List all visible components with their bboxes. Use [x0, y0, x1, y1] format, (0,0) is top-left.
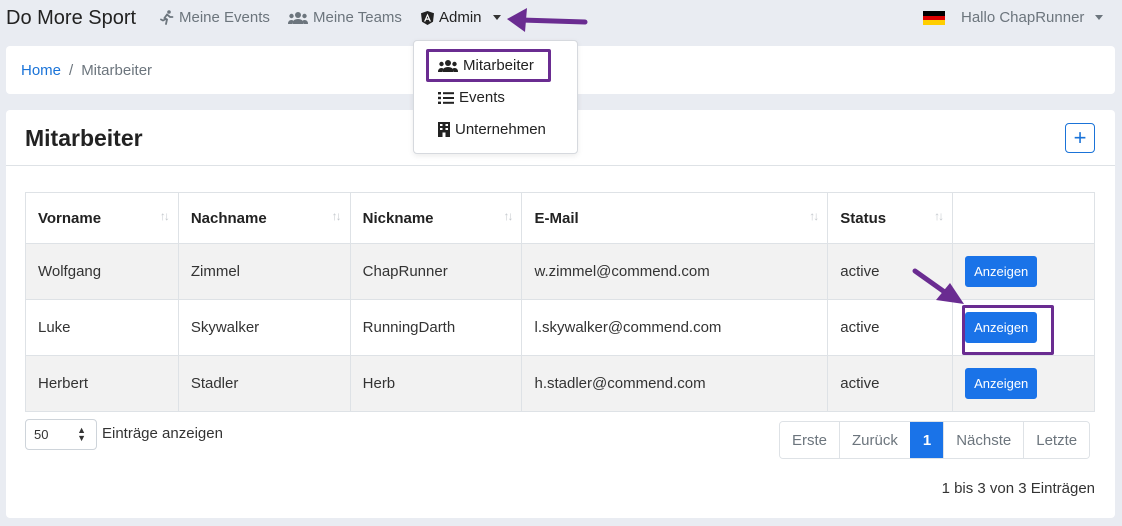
sort-icon: ↑↓ — [159, 209, 170, 223]
show-button[interactable]: Anzeigen — [965, 256, 1038, 287]
column-header-label: Nickname — [362, 209, 434, 227]
breadcrumb-home-link[interactable]: Home — [21, 62, 61, 79]
chevron-down-icon — [1095, 15, 1104, 20]
cell-email: h.stadler@commend.com — [521, 355, 829, 412]
building-icon — [438, 122, 450, 137]
table-row: Herbert Stadler Herb h.stadler@commend.c… — [25, 355, 1095, 412]
add-employee-button[interactable]: + — [1065, 123, 1095, 153]
dropdown-item-unternehmen[interactable]: Unternehmen — [438, 121, 546, 138]
show-button[interactable]: Anzeigen — [965, 368, 1038, 399]
cell-email: w.zimmel@commend.com — [521, 243, 829, 300]
dropdown-item-label: Mitarbeiter — [463, 57, 534, 74]
nav-admin-label: Admin — [439, 9, 482, 26]
entries-per-page-select[interactable]: 50 ▲ ▼ — [25, 419, 97, 450]
admin-dropdown-menu: Mitarbeiter Events Unternehmen — [413, 40, 578, 154]
users-icon — [288, 11, 308, 24]
column-header-nickname[interactable]: Nickname ↑↓ — [349, 192, 523, 244]
chevron-down-icon — [492, 15, 501, 20]
card-divider — [6, 165, 1115, 166]
breadcrumb-current: Mitarbeiter — [81, 62, 153, 79]
nav-meine-teams-label: Meine Teams — [313, 9, 402, 26]
nav-meine-events[interactable]: Meine Events — [160, 9, 270, 26]
entries-per-page-value: 50 — [34, 427, 49, 442]
plus-icon: + — [1073, 125, 1087, 150]
column-header-label: Vorname — [38, 209, 102, 227]
pagination-last[interactable]: Letzte — [1023, 422, 1090, 458]
column-header-nachname[interactable]: Nachname ↑↓ — [177, 192, 351, 244]
cell-action: Anzeigen — [952, 243, 1095, 300]
employees-card: Mitarbeiter + Vorname ↑↓ Nachname ↑↓ Nic… — [6, 110, 1115, 518]
cell-nachname: Zimmel — [177, 243, 351, 300]
entries-per-page-label: Einträge anzeigen — [102, 425, 223, 442]
users-icon — [438, 59, 458, 72]
sort-icon: ↑↓ — [331, 209, 342, 223]
breadcrumb-separator: / — [69, 62, 74, 79]
column-header-vorname[interactable]: Vorname ↑↓ — [25, 192, 179, 244]
column-header-status[interactable]: Status ↑↓ — [827, 192, 954, 244]
sort-icon: ↑↓ — [809, 209, 819, 223]
page-title: Mitarbeiter — [25, 125, 143, 151]
cell-email: l.skywalker@commend.com — [521, 299, 829, 356]
cell-nachname: Stadler — [177, 355, 351, 412]
brand-logo[interactable]: Do More Sport — [6, 7, 136, 30]
column-header-email[interactable]: E-Mail ↑↓ — [521, 192, 829, 244]
angular-icon — [421, 10, 434, 25]
column-header-label: Status — [840, 209, 887, 227]
user-greeting: Hallo ChapRunner — [961, 9, 1085, 26]
pagination-next[interactable]: Nächste — [943, 422, 1024, 458]
column-header-label: Nachname — [190, 209, 267, 227]
cell-action: Anzeigen — [952, 355, 1095, 412]
user-menu-dropdown[interactable]: Hallo ChapRunner — [961, 9, 1104, 26]
sort-icon: ↑↓ — [934, 209, 944, 223]
table-header-row: Vorname ↑↓ Nachname ↑↓ Nickname ↑↓ E-Mai… — [25, 192, 1095, 244]
dropdown-item-label: Unternehmen — [455, 121, 546, 138]
nav-meine-events-label: Meine Events — [179, 9, 270, 26]
nav-meine-teams[interactable]: Meine Teams — [288, 9, 402, 26]
running-icon — [160, 10, 174, 25]
cell-status: active — [827, 355, 954, 412]
cell-vorname: Wolfgang — [25, 243, 179, 300]
sort-icon: ↑↓ — [503, 209, 513, 223]
dropdown-item-mitarbeiter[interactable]: Mitarbeiter — [438, 57, 534, 74]
pagination-page-current[interactable]: 1 — [909, 422, 944, 458]
cell-vorname: Luke — [25, 299, 179, 356]
column-header-actions — [952, 192, 1095, 244]
highlight-box-show-button — [962, 305, 1054, 355]
pagination-first[interactable]: Erste — [780, 422, 840, 458]
annotation-arrow-show — [912, 268, 964, 304]
breadcrumb: Home / Mitarbeiter — [21, 62, 152, 79]
cell-nickname: ChapRunner — [349, 243, 523, 300]
german-flag-icon[interactable] — [923, 11, 945, 25]
pagination-prev[interactable]: Zurück — [839, 422, 910, 458]
dropdown-item-events[interactable]: Events — [438, 89, 505, 106]
annotation-arrow-admin — [507, 8, 588, 32]
cell-nickname: RunningDarth — [349, 299, 523, 356]
select-arrows-icon: ▲ ▼ — [77, 425, 86, 443]
cell-nachname: Skywalker — [177, 299, 351, 356]
cell-nickname: Herb — [349, 355, 523, 412]
cell-vorname: Herbert — [25, 355, 179, 412]
table-info: 1 bis 3 von 3 Einträgen — [941, 480, 1095, 497]
list-icon — [438, 91, 454, 104]
nav-admin-dropdown[interactable]: Admin — [421, 9, 501, 26]
dropdown-item-label: Events — [459, 89, 505, 106]
pagination: Erste Zurück 1 Nächste Letzte — [779, 421, 1091, 459]
column-header-label: E-Mail — [534, 209, 579, 227]
